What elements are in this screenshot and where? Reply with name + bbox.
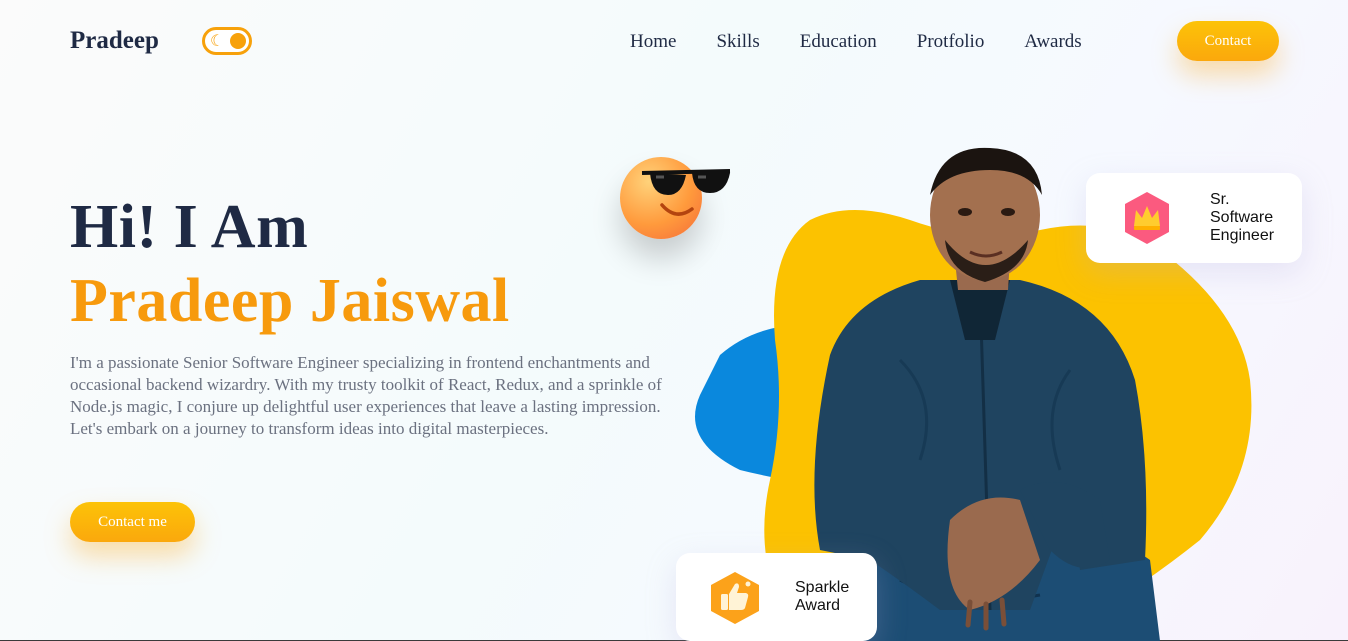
contact-me-button[interactable]: Contact me	[70, 502, 195, 542]
hero-greeting: Hi! I Am	[70, 193, 309, 261]
award-badge-label: Sparkle Award	[795, 579, 850, 614]
award-badge: Sparkle Award	[676, 553, 877, 641]
nav-item-education[interactable]: Education	[800, 31, 877, 53]
role-badge-label: Sr. Software Engineer	[1210, 191, 1275, 244]
contact-button[interactable]: Contact	[1177, 21, 1279, 61]
nav-item-skills[interactable]: Skills	[716, 31, 759, 53]
hero-description: I'm a passionate Senior Software Enginee…	[70, 353, 662, 438]
hero-name: Pradeep Jaiswal	[70, 267, 510, 335]
thumbs-up-icon	[711, 572, 759, 624]
crown-icon	[1125, 192, 1169, 244]
role-badge: Sr. Software Engineer	[1086, 173, 1302, 263]
nav-item-portfolio[interactable]: Protfolio	[917, 31, 985, 53]
toggle-knob	[230, 33, 246, 49]
brand-logo[interactable]: Pradeep	[70, 27, 159, 55]
nav-item-awards[interactable]: Awards	[1024, 31, 1081, 53]
main-nav: Home Skills Education Protfolio Awards	[630, 31, 1082, 53]
nav-item-home[interactable]: Home	[630, 31, 676, 53]
moon-icon: ☾	[210, 31, 225, 50]
theme-toggle[interactable]: ☾	[202, 27, 252, 55]
